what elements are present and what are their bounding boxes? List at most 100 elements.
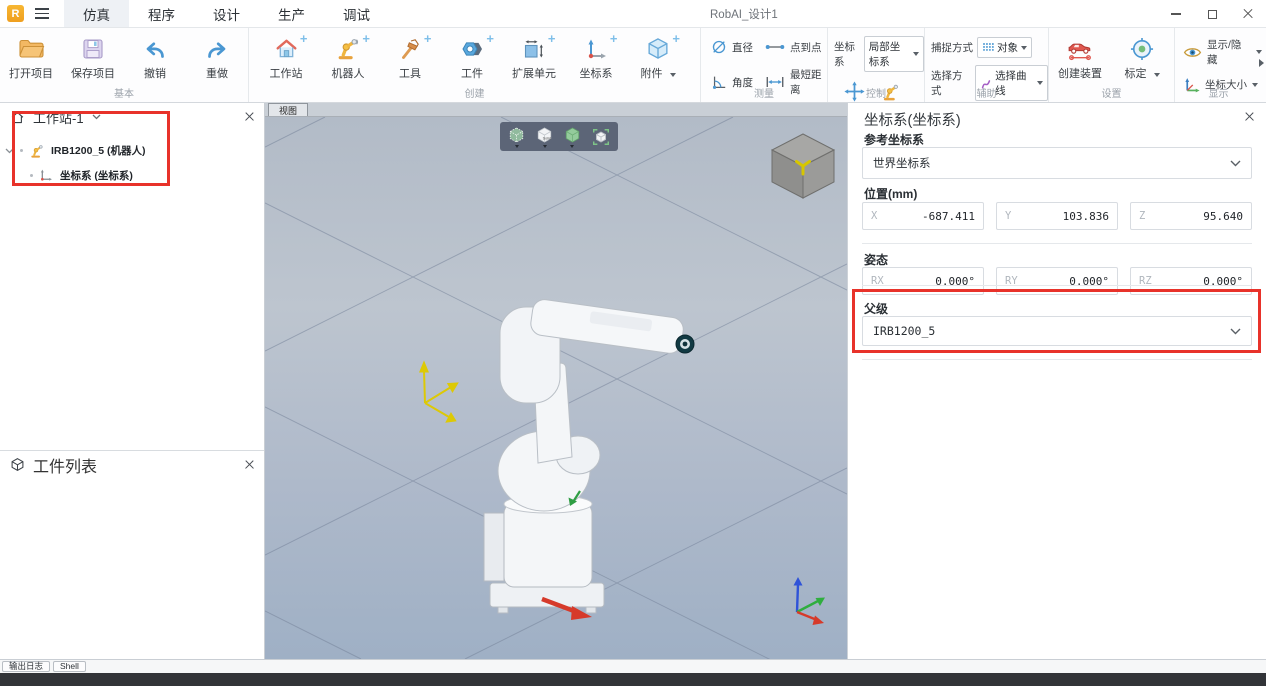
property-panel-close-icon[interactable] [1245, 112, 1254, 121]
group-label-measure: 测量 [754, 89, 774, 100]
menu-hamburger-icon[interactable] [34, 8, 50, 20]
position-label: 位置(mm) [864, 187, 918, 201]
maximize-icon [1207, 9, 1217, 19]
attachment-dropdown-caret[interactable] [669, 72, 676, 77]
pose-rz-field[interactable]: RZ 0.000° [1130, 267, 1252, 295]
position-z-field[interactable]: Z 95.640 [1130, 202, 1252, 230]
coord-mode-caret [913, 52, 919, 56]
parent-label: 父级 [864, 302, 889, 316]
position-fields: X -687.411 Y 103.836 Z 95.640 [862, 202, 1252, 230]
create-station-label: 工作站 [269, 68, 303, 80]
workpiece-panel-header: 工件列表 [0, 450, 264, 478]
group-label-control: 控制 [866, 89, 886, 100]
group-label-create: 创建 [464, 89, 485, 100]
tab-shell[interactable]: Shell [53, 661, 86, 672]
create-tool-label: 工具 [399, 68, 421, 80]
measure-diameter-button[interactable]: 直径 [711, 39, 765, 55]
save-project-label: 保存项目 [71, 68, 115, 80]
maximize-button[interactable] [1194, 0, 1230, 28]
viewport: 视图 Solid [265, 103, 847, 659]
snap-grid-icon [982, 42, 994, 54]
bottom-tabbar: 输出日志 Shell [0, 659, 1266, 673]
view-mode-wireframe-button[interactable] [507, 126, 526, 148]
open-project-label: 打开项目 [9, 68, 53, 80]
parent-select[interactable]: IRB1200_5 [862, 316, 1252, 346]
ribbon-group-basic: 打开项目 保存项目 撤销 重做 基本 [0, 28, 248, 102]
tab-production[interactable]: 生产 [259, 0, 324, 27]
redo-icon [204, 35, 230, 62]
ribbon-group-display: 显示/隐藏 坐标大小 显示 [1174, 28, 1262, 102]
robot-arm-icon [335, 31, 370, 62]
view-mode-caret [514, 144, 519, 148]
coord-mode-select[interactable]: 局部坐标系 [863, 36, 924, 72]
view-mode-caret [542, 144, 547, 148]
view-mode-shaded-button[interactable] [563, 126, 582, 148]
home-outline-icon [10, 110, 25, 125]
reference-coord-select[interactable]: 世界坐标系 [862, 147, 1252, 179]
app-logo-icon[interactable]: R [7, 5, 24, 22]
point-to-point-icon [765, 41, 785, 53]
robot-model[interactable] [483, 298, 695, 620]
viewport-tab-view[interactable]: 视图 [268, 103, 308, 116]
tab-simulation[interactable]: 仿真 [64, 0, 129, 27]
tab-design[interactable]: 设计 [194, 0, 259, 27]
chevron-down-icon [1230, 160, 1241, 167]
ribbon-expand-icon[interactable] [1259, 59, 1264, 67]
measure-point-to-point-button[interactable]: 点到点 [765, 39, 827, 55]
show-hide-button[interactable]: 显示/隐藏 [1175, 37, 1262, 67]
tree-item-robot[interactable]: IRB1200_5 (机器人) [0, 138, 264, 163]
undo-label: 撤销 [144, 68, 166, 80]
tab-program[interactable]: 程序 [129, 0, 194, 27]
snap-mode-select[interactable]: 对象 [977, 37, 1032, 58]
view-cube[interactable] [770, 133, 836, 199]
eye-icon [1183, 45, 1202, 60]
folder-icon [18, 35, 45, 62]
tab-output-log[interactable]: 输出日志 [2, 661, 51, 672]
tree-axes-icon [39, 168, 54, 183]
divider [862, 285, 1252, 286]
station-tree: IRB1200_5 (机器人) 坐标系 (坐标系) [0, 131, 264, 188]
tree-robot-icon [29, 143, 45, 159]
station-panel-close-icon[interactable] [245, 113, 254, 122]
svg-text:Solid: Solid [543, 136, 551, 140]
station-home-icon [274, 31, 307, 62]
pose-rx-field[interactable]: RX 0.000° [862, 267, 984, 295]
control-coord-label: 坐标系 [834, 41, 855, 68]
snap-mode-label: 捕捉方式 [931, 42, 973, 54]
redo-label: 重做 [206, 68, 228, 80]
ribbon-group-settings: 创建装置 标定 设置 [1048, 28, 1174, 102]
extension-unit-icon [522, 31, 555, 62]
tab-debug[interactable]: 调试 [324, 0, 389, 27]
window-controls [1158, 0, 1266, 28]
app-window: R 仿真 程序 设计 生产 调试 RobAI_设计1 打开项目 保存项目 撤销 … [0, 0, 1266, 686]
tree-item-coord[interactable]: 坐标系 (坐标系) [0, 163, 264, 188]
pose-ry-field[interactable]: RY 0.000° [996, 267, 1118, 295]
calibrate-label: 标定 [1124, 69, 1160, 80]
cube-outline-icon [10, 457, 25, 472]
viewport-tabstrip: 视图 [265, 103, 847, 117]
view-mode-solid-button[interactable]: Solid [535, 126, 554, 148]
floppy-icon [81, 35, 105, 62]
minimize-button[interactable] [1158, 0, 1194, 28]
world-origin-triad [793, 577, 825, 625]
property-panel-title: 坐标系(坐标系) [864, 113, 961, 129]
workpiece-panel-close-icon[interactable] [245, 460, 254, 469]
fit-view-button[interactable] [591, 127, 611, 147]
calibrate-dropdown-caret[interactable] [1153, 72, 1160, 77]
tree-expander-icon[interactable] [5, 148, 14, 154]
create-ext-unit-label: 扩展单元 [512, 68, 556, 80]
view-mode-caret [570, 144, 575, 148]
station-chevron-icon[interactable] [92, 114, 101, 120]
create-attachment-label: 附件 [640, 69, 676, 80]
position-x-field[interactable]: X -687.411 [862, 202, 984, 230]
position-y-field[interactable]: Y 103.836 [996, 202, 1118, 230]
view-mode-toolbar: Solid [500, 122, 618, 151]
station-panel-header: 工作站-1 [0, 103, 264, 131]
diameter-icon [711, 39, 727, 55]
close-button[interactable] [1230, 0, 1266, 28]
tree-bullet [20, 149, 23, 152]
minimize-icon [1171, 13, 1181, 15]
scene-3d-canvas[interactable]: Solid [265, 117, 847, 659]
workpiece-title: 工件列表 [33, 458, 98, 476]
window-title: RobAI_设计1 [710, 9, 778, 21]
